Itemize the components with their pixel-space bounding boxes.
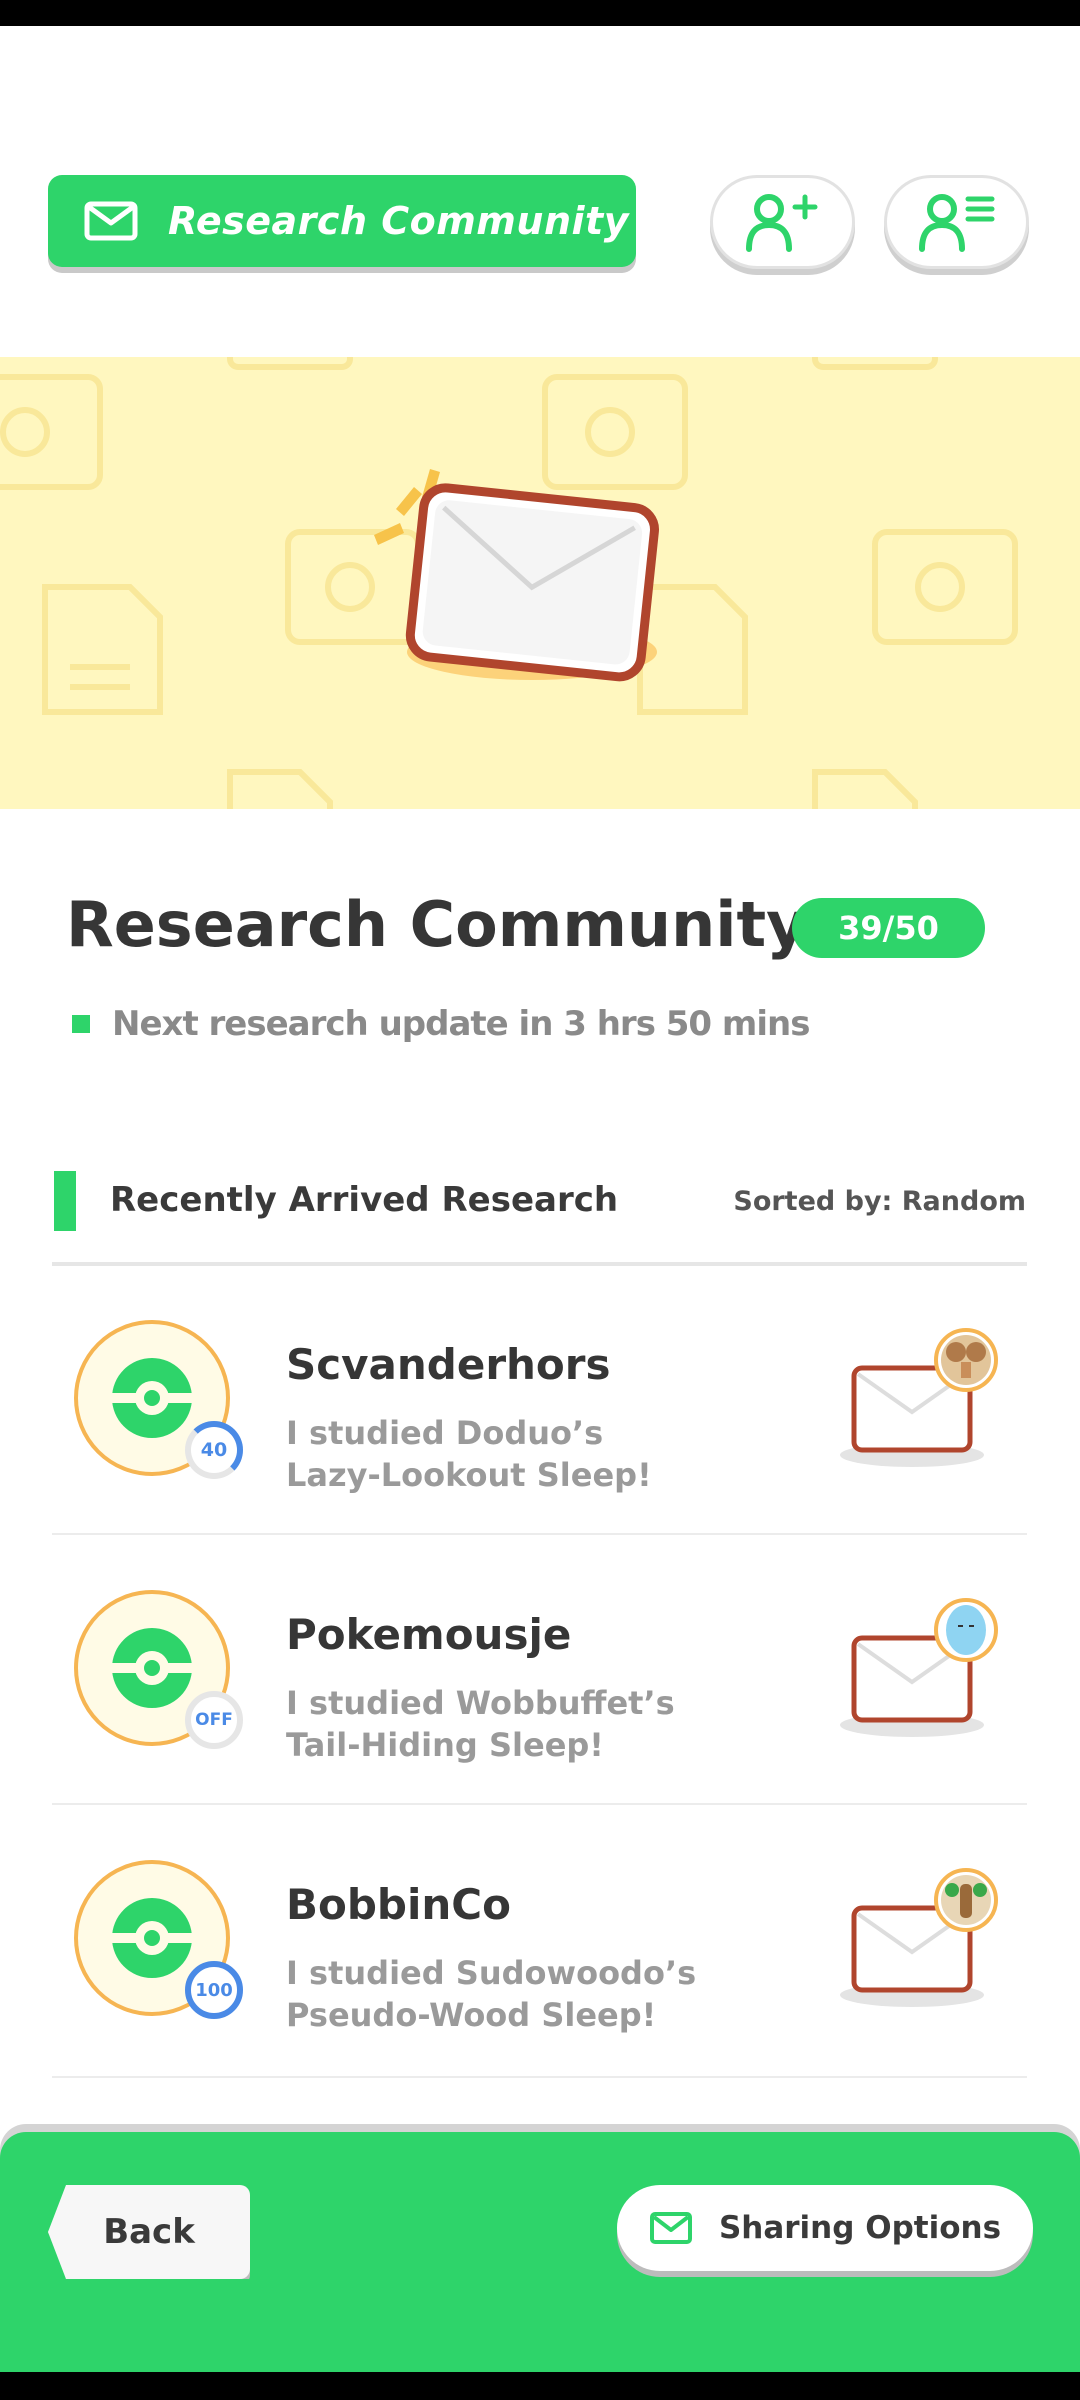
mail-icon <box>649 2212 692 2244</box>
researcher-name: BobbinCo <box>286 1880 511 1929</box>
update-text: Next research update in 3 hrs 50 mins <box>112 1004 810 1044</box>
divider <box>52 1803 1027 1805</box>
level-badge: OFF <box>185 1691 243 1749</box>
researcher-name: Pokemousje <box>286 1610 572 1659</box>
update-info: Next research update in 3 hrs 50 mins <box>72 1004 810 1044</box>
bullet-square <box>72 1015 90 1033</box>
sharing-options-label: Sharing Options <box>718 2210 1002 2246</box>
description-line: I studied Sudowoodo’s <box>286 1954 697 1992</box>
navigation-bar <box>0 2372 1080 2400</box>
page-title: Research Community <box>66 888 807 961</box>
envelope-icon <box>840 1598 998 1737</box>
sharing-options-button[interactable]: Sharing Options <box>617 2185 1033 2271</box>
research-description: I studied Wobbuffet’s Tail-Hiding Sleep! <box>286 1682 675 1766</box>
research-item[interactable]: OFF Pokemousje I studied Wobbuffet’s Tai… <box>52 1560 1027 1830</box>
member-count-badge: 39/50 <box>792 898 985 958</box>
research-item[interactable]: 40 Scvanderhors I studied Doduo’s Lazy-L… <box>52 1290 1027 1560</box>
add-person-icon <box>745 194 817 252</box>
researcher-name: Scvanderhors <box>286 1340 611 1389</box>
back-button[interactable]: Back <box>48 2185 250 2279</box>
section-accent-bar <box>54 1171 76 1231</box>
research-item[interactable]: 100 BobbinCo I studied Sudowoodo’s Pseud… <box>52 1830 1027 2100</box>
description-line: I studied Wobbuffet’s <box>286 1684 675 1722</box>
person-list-icon <box>918 194 994 252</box>
description-line: I studied Doduo’s <box>286 1414 604 1452</box>
mail-icon <box>84 201 138 241</box>
sort-button[interactable]: Sorted by: Random <box>733 1186 1026 1217</box>
research-description: I studied Doduo’s Lazy-Lookout Sleep! <box>286 1412 652 1496</box>
divider <box>52 2076 1027 2078</box>
friend-list-button[interactable] <box>884 175 1029 269</box>
section-title: Recently Arrived Research <box>110 1180 619 1220</box>
level-badge: 40 <box>185 1421 243 1479</box>
description-line: Lazy-Lookout Sleep! <box>286 1456 652 1494</box>
envelope-icon <box>840 1868 998 2007</box>
research-description: I studied Sudowoodo’s Pseudo-Wood Sleep! <box>286 1952 696 2036</box>
status-bar <box>0 0 1080 26</box>
divider <box>52 1533 1027 1535</box>
divider <box>52 1262 1027 1266</box>
description-line: Tail-Hiding Sleep! <box>286 1726 604 1764</box>
pokeball-icon <box>112 1898 192 1978</box>
add-friend-button[interactable] <box>710 175 855 269</box>
banner <box>0 357 1080 809</box>
research-community-tab[interactable]: Research Community <box>48 175 636 267</box>
pokeball-icon <box>112 1628 192 1708</box>
level-badge: 100 <box>185 1961 243 2019</box>
envelope-illustration <box>374 469 659 682</box>
envelope-icon <box>840 1328 998 1467</box>
pokeball-icon <box>112 1358 192 1438</box>
header-title: Research Community <box>168 199 629 243</box>
description-line: Pseudo-Wood Sleep! <box>286 1996 657 2034</box>
